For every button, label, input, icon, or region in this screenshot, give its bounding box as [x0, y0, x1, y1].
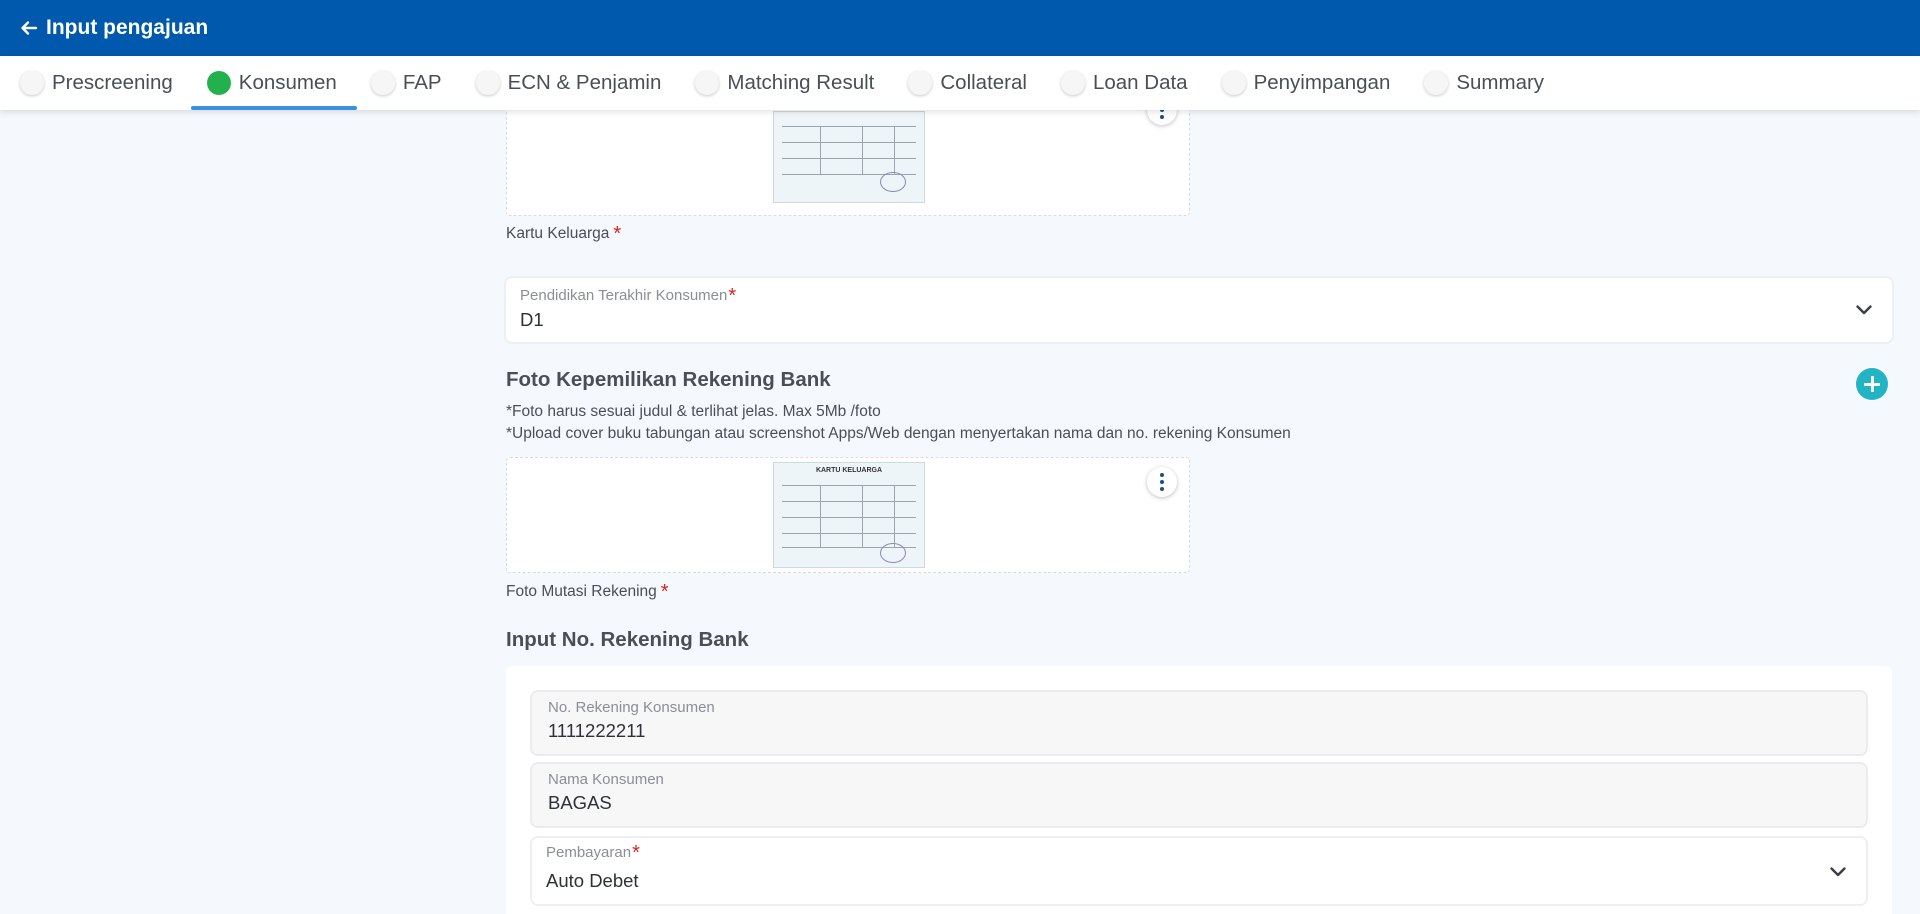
- field-value: Auto Debet: [546, 870, 639, 891]
- nama-field[interactable]: Nama Konsumen: [532, 764, 1866, 826]
- tab-label: Prescreening: [52, 71, 173, 94]
- chevron-down-icon: [1856, 305, 1872, 315]
- required-mark: *: [613, 223, 622, 245]
- field-label: Pendidikan Terakhir Konsumen*: [520, 285, 736, 308]
- caption-text: Kartu Keluarga: [506, 225, 610, 242]
- add-photo-button[interactable]: [1856, 368, 1888, 400]
- step-status-icon: [1221, 71, 1246, 95]
- step-status-icon: [695, 71, 720, 95]
- field-label: No. Rekening Konsumen: [548, 699, 715, 716]
- tab-label: Penyimpangan: [1253, 71, 1391, 94]
- mutasi-rekening-photo-box[interactable]: KARTU KELUARGA: [506, 457, 1190, 573]
- tab-collateral[interactable]: Collateral: [906, 56, 1047, 110]
- label-text: Pendidikan Terakhir Konsumen: [520, 287, 728, 304]
- tab-summary[interactable]: Summary: [1422, 56, 1564, 110]
- pembayaran-select[interactable]: Pembayaran* Auto Debet: [532, 838, 1866, 904]
- tab-label: Collateral: [940, 71, 1027, 94]
- rekening-input[interactable]: [548, 720, 1838, 742]
- field-label: Nama Konsumen: [548, 771, 664, 788]
- page-title: Input pengajuan: [46, 16, 209, 39]
- tab-ecn-penjamin[interactable]: ECN & Penjamin: [474, 56, 682, 110]
- bank-input-card: No. Rekening Konsumen Nama Konsumen Pemb…: [506, 666, 1892, 914]
- tab-label: ECN & Penjamin: [507, 71, 662, 94]
- step-tabs: Prescreening Konsumen FAP ECN & Penjamin…: [0, 56, 1920, 110]
- step-status-icon: [1424, 71, 1449, 95]
- kartu-keluarga-photo-box[interactable]: [506, 95, 1190, 216]
- document-thumbnail: KARTU KELUARGA: [773, 462, 925, 568]
- photo-note: *Foto harus sesuai judul & terlihat jela…: [506, 403, 881, 420]
- tab-penyimpangan[interactable]: Penyimpangan: [1220, 56, 1411, 110]
- step-status-icon: [1060, 71, 1085, 95]
- more-options-icon[interactable]: [1147, 467, 1177, 497]
- required-mark: *: [660, 581, 669, 603]
- tab-prescreening[interactable]: Prescreening: [18, 56, 193, 110]
- tab-loan-data[interactable]: Loan Data: [1059, 56, 1208, 110]
- arrow-left-icon[interactable]: [18, 17, 40, 39]
- tab-label: Summary: [1456, 71, 1545, 94]
- nama-input[interactable]: [548, 792, 1838, 814]
- field-label: Pembayaran*: [546, 842, 640, 865]
- tab-matching-result[interactable]: Matching Result: [693, 56, 894, 110]
- pendidikan-select[interactable]: Pendidikan Terakhir Konsumen* D1: [506, 278, 1892, 342]
- step-status-icon: [908, 71, 933, 95]
- required-mark: *: [632, 842, 640, 864]
- required-mark: *: [728, 285, 737, 307]
- mutasi-rekening-caption: Foto Mutasi Rekening *: [506, 581, 669, 604]
- tab-konsumen[interactable]: Konsumen: [190, 56, 357, 110]
- caption-text: Foto Mutasi Rekening: [506, 583, 657, 600]
- step-status-icon: [370, 71, 395, 95]
- step-status-icon: [20, 71, 44, 95]
- kartu-keluarga-caption: Kartu Keluarga *: [506, 223, 621, 246]
- tab-label: Matching Result: [727, 71, 875, 94]
- chevron-down-icon: [1830, 867, 1846, 877]
- document-title: KARTU KELUARGA: [815, 467, 883, 474]
- tab-label: Konsumen: [238, 71, 337, 94]
- tab-label: Loan Data: [1092, 71, 1188, 94]
- tab-fap[interactable]: FAP: [369, 56, 462, 110]
- document-thumbnail: [773, 111, 925, 203]
- rekening-field[interactable]: No. Rekening Konsumen: [532, 692, 1866, 754]
- photo-note: *Upload cover buku tabungan atau screens…: [506, 425, 1291, 442]
- step-status-icon: [475, 71, 500, 95]
- field-value: D1: [520, 309, 544, 330]
- rekening-photo-title: Foto Kepemilikan Rekening Bank: [506, 368, 831, 391]
- bank-input-title: Input No. Rekening Bank: [506, 628, 749, 651]
- tab-label: FAP: [402, 71, 442, 94]
- step-status-icon: [206, 71, 231, 95]
- label-text: Pembayaran: [546, 844, 632, 861]
- app-header: Input pengajuan: [0, 0, 1920, 56]
